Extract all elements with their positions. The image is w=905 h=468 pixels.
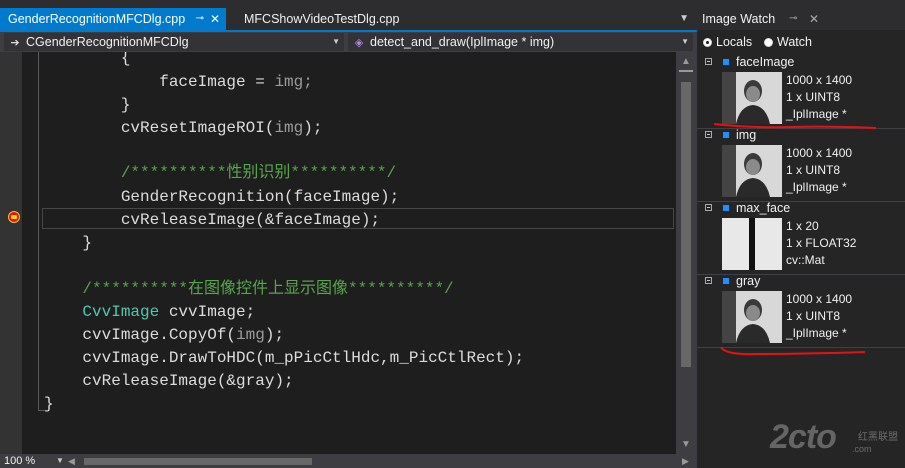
item-info: 1000 x 1400 1 x UINT8 _IplImage * xyxy=(786,73,853,121)
scroll-left-icon[interactable]: ◀ xyxy=(68,454,75,468)
code-comment: /**********在图像控件上显示图像**********/ xyxy=(82,280,454,298)
close-icon[interactable]: ✕ xyxy=(210,8,220,30)
class-dropdown-value: CGenderRecognitionMFCDlg xyxy=(26,35,189,49)
member-dropdown-value: detect_and_draw(IplImage * img) xyxy=(370,35,555,49)
watch-item-faceimage[interactable]: faceImage 1000 x 1400 1 x UINT8 _IplImag… xyxy=(697,54,905,126)
code-line: cvvImage.DrawToHDC(m_pPicCtlHdc,m_PicCtl… xyxy=(82,349,525,367)
radio-locals[interactable]: Locals xyxy=(703,35,752,49)
image-thumbnail[interactable] xyxy=(722,291,782,343)
code-line: faceImage = img; xyxy=(159,73,313,91)
code-line: { xyxy=(120,52,131,67)
outline-fold-line xyxy=(38,52,39,410)
close-icon[interactable]: ✕ xyxy=(809,8,819,30)
code-line: } xyxy=(44,395,54,413)
code-line-current: cvReleaseImage(&faceImage); xyxy=(120,211,381,229)
collapse-icon[interactable] xyxy=(705,58,712,65)
item-name: faceImage xyxy=(736,55,795,69)
code-line: cvvImage.CopyOf(img); xyxy=(82,326,285,344)
split-handle[interactable] xyxy=(679,70,693,72)
item-info: 1 x 20 1 x FLOAT32 cv::Mat xyxy=(786,219,857,267)
panel-title: Image Watch xyxy=(702,12,776,26)
horizontal-scrollbar-thumb[interactable] xyxy=(84,458,312,465)
item-name: max_face xyxy=(736,201,791,215)
watch-item-max-face[interactable]: max_face 1 x 20 1 x FLOAT32 cv::Mat xyxy=(697,200,905,272)
image-watch-panel: Image Watch ⊸ ✕ Locals Watch faceImage 1… xyxy=(697,8,905,468)
red-annotation-underline xyxy=(713,123,877,129)
watch-mode-radios: Locals Watch xyxy=(697,32,905,52)
scroll-up-icon[interactable]: ▲ xyxy=(681,56,691,67)
class-arrow-icon: ➔ xyxy=(10,37,20,49)
member-dropdown[interactable]: ◈ detect_and_draw(IplImage * img) ▼ xyxy=(348,33,693,51)
variable-icon xyxy=(723,205,729,211)
chevron-down-icon: ▼ xyxy=(681,37,689,46)
collapse-icon[interactable] xyxy=(705,277,712,284)
collapse-icon[interactable] xyxy=(705,204,712,211)
radio-unselected-icon xyxy=(764,38,773,47)
variable-icon xyxy=(723,278,729,284)
code-line: cvReleaseImage(&gray); xyxy=(82,372,294,390)
editor-tab-bar: GenderRecognitionMFCDlg.cpp ⊸ ✕ MFCShowV… xyxy=(0,8,697,30)
scroll-right-icon[interactable]: ▶ xyxy=(682,454,689,468)
watermark-logo: 2cto xyxy=(770,418,837,456)
navigation-bar: ➔ CGenderRecognitionMFCDlg ▼ ◈ detect_and_… xyxy=(0,32,697,52)
image-watch-title-bar: Image Watch ⊸ ✕ xyxy=(697,8,905,30)
breakpoint-current-statement-icon[interactable] xyxy=(8,211,20,223)
tab-label: GenderRecognitionMFCDlg.cpp xyxy=(8,12,186,26)
class-dropdown[interactable]: ➔ CGenderRecognitionMFCDlg ▼ xyxy=(4,33,344,51)
code-comment: /**********性别识别**********/ xyxy=(120,164,397,182)
tab-list-dropdown-icon[interactable]: ▼ xyxy=(679,8,689,30)
code-editor[interactable]: { faceImage = img; } cvResetImageROI(img… xyxy=(0,52,676,454)
scroll-down-icon[interactable]: ▼ xyxy=(681,439,691,450)
variable-icon xyxy=(723,59,729,65)
item-info: 1000 x 1400 1 x UINT8 _IplImage * xyxy=(786,146,853,194)
item-info: 1000 x 1400 1 x UINT8 _IplImage * xyxy=(786,292,853,340)
watch-item-gray[interactable]: gray 1000 x 1400 1 x UINT8 _IplImage * xyxy=(697,273,905,345)
radio-watch[interactable]: Watch xyxy=(764,35,812,49)
editor-bottom-bar: 100 % ▼ ◀ ▶ xyxy=(0,454,697,468)
watermark-text: 红黑联盟 xyxy=(858,432,898,443)
code-line: CvvImage cvvImage; xyxy=(82,303,256,321)
chevron-down-icon: ▼ xyxy=(332,37,340,46)
method-icon: ◈ xyxy=(354,37,364,49)
tab-gender-recognition-cpp[interactable]: GenderRecognitionMFCDlg.cpp ⊸ ✕ xyxy=(0,8,226,30)
image-thumbnail[interactable] xyxy=(722,218,782,270)
item-name: gray xyxy=(736,274,761,288)
watermark-url: .com xyxy=(852,444,872,454)
chevron-down-icon[interactable]: ▼ xyxy=(56,454,64,468)
code-line: } xyxy=(82,234,93,252)
vertical-scrollbar[interactable]: ▲ ▼ xyxy=(676,52,697,454)
image-thumbnail[interactable] xyxy=(722,72,782,124)
tab-label: MFCShowVideoTestDlg.cpp xyxy=(244,12,400,26)
zoom-level[interactable]: 100 % xyxy=(4,454,35,468)
image-watch-list: faceImage 1000 x 1400 1 x UINT8 _IplImag… xyxy=(697,54,905,454)
code-line: cvResetImageROI(img); xyxy=(120,119,323,137)
red-annotation-underline xyxy=(720,346,866,356)
code-line: GenderRecognition(faceImage); xyxy=(120,188,400,206)
scrollbar-thumb[interactable] xyxy=(681,82,691,367)
tab-show-video-test-cpp[interactable]: MFCShowVideoTestDlg.cpp xyxy=(236,8,407,30)
breakpoint-margin[interactable] xyxy=(0,52,22,454)
watch-item-img[interactable]: img 1000 x 1400 1 x UINT8 _IplImage * xyxy=(697,127,905,199)
image-thumbnail[interactable] xyxy=(722,145,782,197)
pin-icon[interactable]: ⊸ xyxy=(196,8,204,30)
radio-selected-icon xyxy=(703,38,712,47)
code-line: } xyxy=(120,96,131,114)
pin-icon[interactable]: ⊸ xyxy=(789,8,797,30)
